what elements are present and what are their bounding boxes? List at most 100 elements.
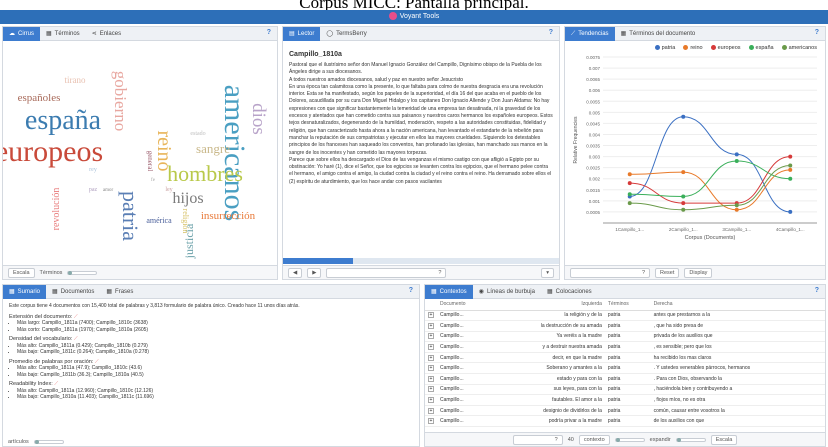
cloud-word[interactable]: rey	[89, 167, 97, 173]
term-search-input[interactable]: ?	[570, 267, 650, 278]
data-point[interactable]	[734, 152, 739, 157]
data-point[interactable]	[627, 181, 632, 186]
tab-collocates[interactable]: ▦ Colocaciones	[541, 285, 598, 299]
terms-slider[interactable]	[67, 270, 98, 275]
col-left[interactable]: Izquierda	[490, 299, 605, 311]
data-point[interactable]	[788, 163, 793, 168]
cloud-word[interactable]: religión	[181, 209, 190, 234]
data-point[interactable]	[734, 207, 739, 212]
data-point[interactable]	[681, 170, 686, 175]
cloud-word[interactable]: fe	[151, 178, 156, 183]
help-icon[interactable]: ?	[549, 29, 553, 36]
cloud-word[interactable]: insurrección	[201, 210, 256, 222]
context-slider[interactable]	[614, 437, 645, 442]
data-point[interactable]	[681, 194, 686, 199]
context-button[interactable]: contexto	[578, 434, 610, 445]
cloud-word[interactable]: dios	[248, 103, 269, 135]
cloud-word[interactable]: hijos	[172, 190, 203, 207]
cloud-word[interactable]: hombres	[167, 161, 243, 186]
next-button[interactable]: ▶	[307, 267, 322, 278]
data-point[interactable]	[681, 201, 686, 206]
data-point[interactable]	[788, 176, 793, 181]
tab-bubblelines[interactable]: ◉ Líneas de burbuja	[473, 285, 541, 299]
tab-summary[interactable]: ▦ Sumario	[3, 285, 47, 299]
table-row[interactable]: + Campillo... y a destruir nuestra amada pa…	[425, 341, 825, 353]
expand-icon[interactable]: +	[428, 354, 434, 361]
expand-icon[interactable]: +	[428, 344, 434, 351]
table-row[interactable]: + Campillo... Soberano y amantes a la patri…	[425, 362, 825, 375]
table-row[interactable]: + Campillo... sus leyes, para con la patria…	[425, 384, 825, 396]
table-row[interactable]: + Campillo... la religión y de la patria ant…	[425, 310, 825, 322]
expand-icon[interactable]: +	[428, 397, 434, 404]
series-line[interactable]	[629, 116, 791, 213]
table-row[interactable]: + Campillo... designio de dividirlos de la…	[425, 405, 825, 417]
cloud-word[interactable]: gobierno	[111, 71, 130, 131]
cloud-word[interactable]: europeos	[3, 135, 103, 168]
data-point[interactable]	[627, 201, 632, 206]
display-button[interactable]: Display	[684, 267, 713, 278]
help-icon[interactable]: ?	[409, 287, 413, 294]
expand-icon[interactable]: +	[428, 322, 434, 329]
table-row[interactable]: + Campillo... la destrucción de su amada pa…	[425, 320, 825, 332]
tab-cirrus[interactable]: ☁ Cirrus	[3, 27, 40, 41]
legend-item[interactable]: patria	[654, 45, 675, 51]
cloud-word[interactable]: américa	[146, 216, 172, 225]
tab-terms[interactable]: ▦ Términos	[40, 27, 86, 41]
summary-item[interactable]: Más bajo: Campillo_1810a (11.403); Campi…	[17, 394, 413, 401]
document-strip[interactable]	[283, 258, 559, 264]
cloud-word[interactable]: amor	[103, 188, 114, 193]
scale-button[interactable]: Escala	[710, 434, 738, 445]
data-point[interactable]	[734, 203, 739, 208]
expand-icon[interactable]: +	[428, 386, 434, 393]
items-slider[interactable]	[33, 440, 64, 444]
cloud-word[interactable]: españoles	[18, 92, 61, 104]
cloud-word[interactable]: revolución	[51, 188, 62, 231]
table-row[interactable]: + Campillo... Ya veréis a la madre patria pr…	[425, 331, 825, 343]
reset-button[interactable]: Reset	[655, 267, 680, 278]
expand-icon[interactable]: +	[428, 418, 434, 425]
cloud-word[interactable]: estado	[190, 131, 205, 137]
cloud-word[interactable]: paz	[89, 187, 98, 193]
data-point[interactable]	[627, 192, 632, 197]
summary-item[interactable]: Más bajo: Campillo_1811b (36.3); Campill…	[17, 372, 413, 379]
expand-slider[interactable]	[675, 437, 706, 442]
legend-item[interactable]: reino	[683, 45, 703, 51]
expand-icon[interactable]: +	[428, 333, 434, 340]
legend-item[interactable]: americanos	[781, 45, 817, 51]
expand-icon[interactable]: +	[428, 365, 434, 372]
expand-icon[interactable]: +	[428, 407, 434, 414]
expand-icon[interactable]: +	[428, 375, 434, 382]
legend-item[interactable]: españa	[748, 45, 774, 51]
cloud-word[interactable]: sangre	[196, 141, 230, 156]
tab-documents[interactable]: ▦ Documentos	[46, 285, 100, 299]
tab-termsberry[interactable]: ◯ TermsBerry	[320, 27, 372, 41]
data-point[interactable]	[734, 159, 739, 164]
cloud-word[interactable]: ley	[165, 187, 172, 193]
search-input[interactable]: ?	[326, 267, 447, 278]
data-point[interactable]	[681, 207, 686, 212]
data-point[interactable]	[788, 209, 793, 214]
table-row[interactable]: + Campillo... decir, en que la madre patria…	[425, 352, 825, 364]
context-search-input[interactable]: ?	[512, 434, 563, 445]
summary-item[interactable]: Más corto: Campillo_1811a (1970); Campil…	[17, 327, 413, 334]
summary-item[interactable]: Más bajo: Campillo_1811c (0.264); Campil…	[17, 349, 413, 356]
col-right[interactable]: Derecha	[650, 299, 825, 311]
col-document[interactable]: Documento	[437, 299, 491, 311]
table-row[interactable]: + Campillo... estado y para con la patria. …	[425, 373, 825, 385]
data-point[interactable]	[627, 172, 632, 177]
tab-links[interactable]: ⋖ Enlaces	[86, 27, 127, 41]
expand-icon[interactable]: +	[428, 312, 434, 319]
table-row[interactable]: + Campillo... fautables. El amor a la patri…	[425, 394, 825, 406]
tab-document-terms[interactable]: ▦ Términos del documento	[615, 27, 702, 41]
cloud-word[interactable]: general	[146, 151, 154, 172]
filter-dropdown[interactable]: ▾	[541, 267, 554, 278]
scale-button[interactable]: Escala	[8, 267, 35, 278]
table-row[interactable]: + Campillo... podría privar a la madre patr…	[425, 415, 825, 428]
tab-reader[interactable]: ▤ Lector	[283, 27, 321, 41]
legend-item[interactable]: europeos	[710, 45, 741, 51]
cloud-word[interactable]: tirano	[65, 75, 86, 85]
help-icon[interactable]: ?	[815, 287, 819, 294]
cloud-word[interactable]: patria	[118, 191, 143, 241]
col-term[interactable]: Términos	[604, 299, 651, 311]
prev-button[interactable]: ◀	[288, 267, 303, 278]
